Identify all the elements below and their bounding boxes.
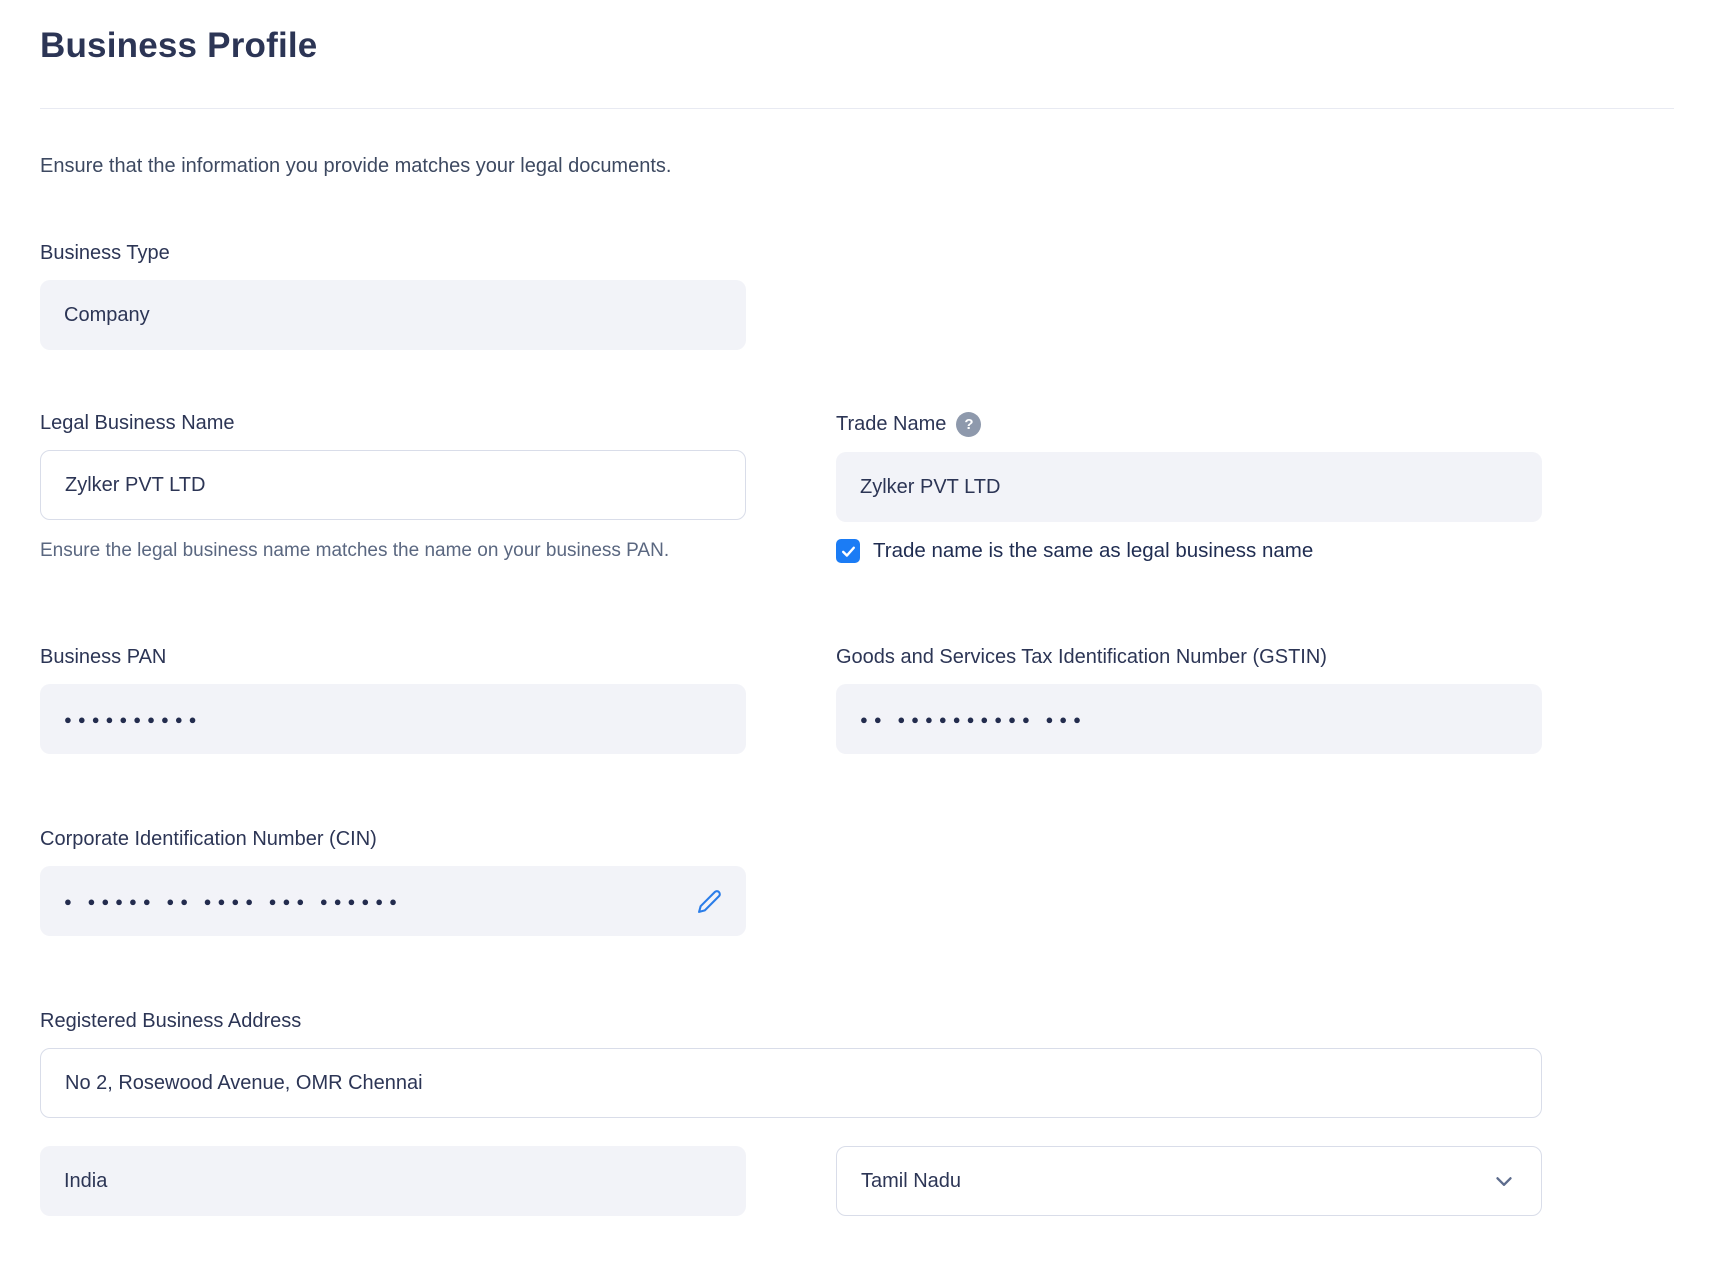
trade-name-checkbox-row: Trade name is the same as legal business… (836, 539, 1542, 563)
gstin-masked-value: ●● ●●●●●●●●●● ●●● (860, 712, 1087, 727)
state-select[interactable]: Tamil Nadu (836, 1146, 1542, 1216)
legal-name-helper-text: Ensure the legal business name matches t… (40, 535, 685, 566)
help-icon[interactable]: ? (956, 412, 981, 437)
same-as-legal-checkbox-label[interactable]: Trade name is the same as legal business… (873, 539, 1313, 563)
registered-address-label: Registered Business Address (40, 1010, 1674, 1033)
checkmark-icon (840, 543, 857, 560)
page-title: Business Profile (40, 0, 1674, 66)
legal-business-name-label: Legal Business Name (40, 412, 746, 435)
business-pan-masked-value: ●●●●●●●●●● (64, 712, 203, 727)
legal-business-name-group: Legal Business Name Zylker PVT LTD Ensur… (40, 412, 746, 566)
registered-address-value: No 2, Rosewood Avenue, OMR Chennai (65, 1072, 423, 1095)
gstin-field: ●● ●●●●●●●●●● ●●● (836, 684, 1542, 754)
business-pan-label: Business PAN (40, 646, 746, 669)
cin-section: Corporate Identification Number (CIN) ● … (40, 828, 1674, 936)
tax-ids-row: Business PAN ●●●●●●●●●● Goods and Servic… (40, 646, 1674, 754)
business-type-value: Company (64, 304, 150, 327)
cin-masked-value: ● ●●●●● ●● ●●●● ●●● ●●●●●● (64, 894, 403, 909)
legal-business-name-input[interactable]: Zylker PVT LTD (40, 450, 746, 520)
trade-name-group: Trade Name ? Zylker PVT LTD Trade name i… (836, 412, 1542, 563)
state-value: Tamil Nadu (861, 1170, 961, 1193)
gstin-label: Goods and Services Tax Identification Nu… (836, 646, 1542, 669)
business-profile-page: Business Profile Ensure that the informa… (0, 0, 1714, 1216)
country-state-row: India Tamil Nadu (40, 1146, 1674, 1216)
business-type-section: Business Type Company (40, 242, 1674, 350)
question-mark-glyph: ? (964, 416, 973, 433)
bottom-scroll-fade (0, 1216, 1714, 1286)
trade-name-field: Zylker PVT LTD (836, 452, 1542, 522)
names-row: Legal Business Name Zylker PVT LTD Ensur… (40, 412, 1674, 566)
chevron-down-icon (1491, 1168, 1517, 1194)
business-type-label: Business Type (40, 242, 1674, 265)
pencil-icon (697, 889, 722, 914)
registered-address-input[interactable]: No 2, Rosewood Avenue, OMR Chennai (40, 1048, 1542, 1118)
header-divider (40, 108, 1674, 109)
trade-name-label: Trade Name (836, 413, 946, 436)
country-field: India (40, 1146, 746, 1216)
intro-text: Ensure that the information you provide … (40, 155, 1674, 178)
country-value: India (64, 1170, 107, 1193)
cin-label: Corporate Identification Number (CIN) (40, 828, 1674, 851)
business-pan-group: Business PAN ●●●●●●●●●● (40, 646, 746, 754)
cin-field: ● ●●●●● ●● ●●●● ●●● ●●●●●● (40, 866, 746, 936)
business-pan-field: ●●●●●●●●●● (40, 684, 746, 754)
trade-name-label-row: Trade Name ? (836, 412, 1542, 437)
legal-business-name-value: Zylker PVT LTD (65, 474, 205, 497)
registered-address-section: Registered Business Address No 2, Rosewo… (40, 1010, 1674, 1118)
business-type-field: Company (40, 280, 746, 350)
trade-name-value: Zylker PVT LTD (860, 476, 1000, 499)
gstin-group: Goods and Services Tax Identification Nu… (836, 646, 1542, 754)
same-as-legal-checkbox[interactable] (836, 539, 860, 563)
cin-edit-button[interactable] (697, 889, 722, 914)
